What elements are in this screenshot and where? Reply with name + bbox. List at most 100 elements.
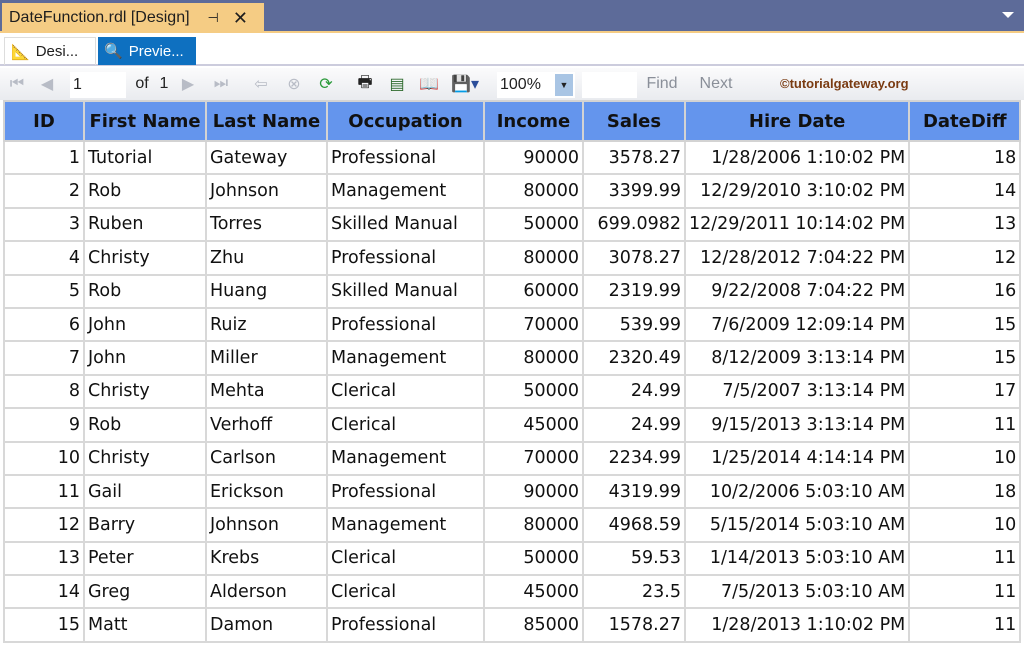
total-pages: 1 xyxy=(157,68,171,100)
table-cell: 10/2/2006 5:03:10 AM xyxy=(685,475,909,508)
table-cell: 80000 xyxy=(484,508,583,541)
table-cell: 14 xyxy=(909,174,1020,207)
table-cell: 7/5/2013 5:03:10 AM xyxy=(685,575,909,608)
table-cell: 15 xyxy=(4,608,84,641)
table-cell: 10 xyxy=(909,508,1020,541)
tab-preview[interactable]: 🔍 Previe... xyxy=(98,37,196,65)
table-cell: John xyxy=(84,341,206,374)
table-cell: Miller xyxy=(206,341,327,374)
table-cell: 90000 xyxy=(484,141,583,174)
table-cell: 6 xyxy=(4,308,84,341)
refresh-icon[interactable]: ⟳ xyxy=(314,68,338,100)
table-row: 11GailEricksonProfessional900004319.9910… xyxy=(4,475,1020,508)
stop-icon[interactable]: ⊗ xyxy=(282,68,306,100)
back-icon[interactable]: ⇦ xyxy=(250,68,272,100)
column-header: Last Name xyxy=(206,101,327,141)
table-cell: 14 xyxy=(4,575,84,608)
table-cell: Alderson xyxy=(206,575,327,608)
close-icon[interactable]: ✕ xyxy=(233,8,248,29)
table-cell: 85000 xyxy=(484,608,583,641)
table-cell: Tutorial xyxy=(84,141,206,174)
table-cell: Clerical xyxy=(327,408,484,441)
table-cell: Mehta xyxy=(206,375,327,408)
tab-dropdown-icon[interactable] xyxy=(1002,12,1014,18)
export-icon[interactable]: 💾▾ xyxy=(448,68,482,100)
table-row: 8ChristyMehtaClerical5000024.997/5/2007 … xyxy=(4,375,1020,408)
tab-design[interactable]: 📐 Desi... xyxy=(4,37,96,65)
table-cell: 12/28/2012 7:04:22 PM xyxy=(685,241,909,274)
table-cell: 3 xyxy=(4,208,84,241)
preview-icon: 🔍 xyxy=(104,42,123,60)
table-cell: 11 xyxy=(909,575,1020,608)
table-cell: 2 xyxy=(4,174,84,207)
page-setup-icon[interactable]: 📖 xyxy=(416,68,442,100)
table-cell: Peter xyxy=(84,542,206,575)
table-cell: 1/14/2013 5:03:10 AM xyxy=(685,542,909,575)
find-button[interactable]: Find xyxy=(644,68,680,100)
table-cell: 45000 xyxy=(484,575,583,608)
table-cell: 5/15/2014 5:03:10 AM xyxy=(685,508,909,541)
chevron-down-icon[interactable]: ▼ xyxy=(555,74,573,96)
table-cell: Clerical xyxy=(327,542,484,575)
table-cell: Carlson xyxy=(206,442,327,475)
table-cell: Management xyxy=(327,508,484,541)
document-tab[interactable]: DateFunction.rdl [Design] ⊣ ✕ xyxy=(2,3,264,33)
table-cell: Ruiz xyxy=(206,308,327,341)
find-input[interactable] xyxy=(582,72,637,98)
table-cell: 2234.99 xyxy=(583,442,685,475)
table-cell: 13 xyxy=(909,208,1020,241)
table-cell: Professional xyxy=(327,475,484,508)
table-cell: 90000 xyxy=(484,475,583,508)
print-icon[interactable]: 🖶 xyxy=(352,68,378,100)
table-cell: Gail xyxy=(84,475,206,508)
zoom-select[interactable]: 100%▼ xyxy=(497,72,575,98)
column-header: Income xyxy=(484,101,583,141)
next-button[interactable]: Next xyxy=(696,68,736,100)
table-cell: Huang xyxy=(206,275,327,308)
table-cell: 70000 xyxy=(484,308,583,341)
table-cell: Management xyxy=(327,442,484,475)
first-page-icon[interactable]: ⏮ xyxy=(6,68,28,100)
table-cell: Clerical xyxy=(327,575,484,608)
table-cell: 16 xyxy=(909,275,1020,308)
table-cell: Johnson xyxy=(206,174,327,207)
table-cell: 15 xyxy=(909,341,1020,374)
table-cell: 70000 xyxy=(484,442,583,475)
table-cell: 23.5 xyxy=(583,575,685,608)
table-cell: John xyxy=(84,308,206,341)
pin-icon[interactable]: ⊣ xyxy=(208,10,219,26)
print-layout-icon[interactable]: ▤ xyxy=(385,68,409,100)
table-cell: Management xyxy=(327,174,484,207)
table-cell: 2320.49 xyxy=(583,341,685,374)
next-page-icon[interactable]: ▶ xyxy=(178,68,198,100)
last-page-icon[interactable]: ⏭ xyxy=(210,68,232,100)
table-cell: 3578.27 xyxy=(583,141,685,174)
table-row: 5RobHuangSkilled Manual600002319.999/22/… xyxy=(4,275,1020,308)
table-cell: Christy xyxy=(84,241,206,274)
table-cell: 12 xyxy=(909,241,1020,274)
table-cell: Torres xyxy=(206,208,327,241)
table-cell: 539.99 xyxy=(583,308,685,341)
header-row: IDFirst NameLast NameOccupationIncomeSal… xyxy=(4,101,1020,141)
table-cell: 5 xyxy=(4,275,84,308)
table-cell: 8 xyxy=(4,375,84,408)
column-header: First Name xyxy=(84,101,206,141)
table-cell: 60000 xyxy=(484,275,583,308)
table-cell: Greg xyxy=(84,575,206,608)
table-cell: 12/29/2011 10:14:02 PM xyxy=(685,208,909,241)
table-cell: 50000 xyxy=(484,542,583,575)
table-cell: 4319.99 xyxy=(583,475,685,508)
table-cell: Professional xyxy=(327,608,484,641)
design-icon: 📐 xyxy=(11,43,30,61)
table-cell: 80000 xyxy=(484,341,583,374)
table-cell: 1 xyxy=(4,141,84,174)
column-header: Sales xyxy=(583,101,685,141)
table-cell: 10 xyxy=(909,442,1020,475)
report-table: IDFirst NameLast NameOccupationIncomeSal… xyxy=(3,100,1021,643)
table-cell: 7/6/2009 12:09:14 PM xyxy=(685,308,909,341)
table-cell: 9/22/2008 7:04:22 PM xyxy=(685,275,909,308)
page-number-input[interactable]: 1 xyxy=(70,72,126,98)
table-cell: Professional xyxy=(327,308,484,341)
table-cell: 24.99 xyxy=(583,408,685,441)
previous-page-icon[interactable]: ◀ xyxy=(36,68,58,100)
